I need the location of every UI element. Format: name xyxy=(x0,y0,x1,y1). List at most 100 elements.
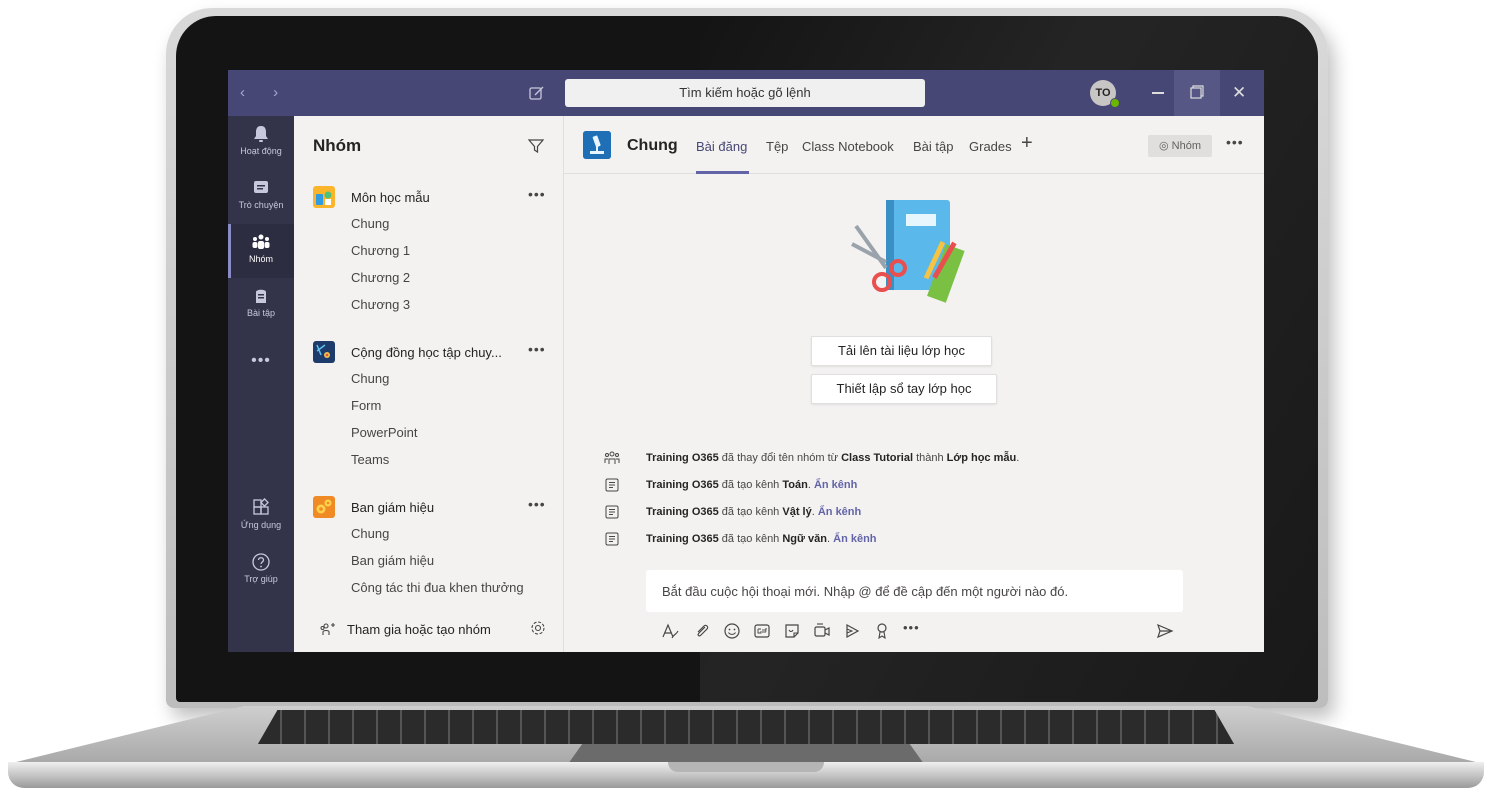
community-logo-icon xyxy=(313,341,335,363)
more-options-icon[interactable]: ••• xyxy=(528,496,546,512)
bell-icon xyxy=(254,126,268,142)
activity-channel-name: Toán xyxy=(782,479,808,491)
more-apps-icon[interactable]: ••• xyxy=(228,352,294,370)
apps-icon xyxy=(253,498,269,515)
praise-icon[interactable] xyxy=(873,622,891,640)
channel-created-icon xyxy=(605,478,619,492)
channel-header: Chung Bài đăng Tệp Class Notebook Bài tậ… xyxy=(564,116,1264,174)
channel-created-icon xyxy=(605,505,619,519)
gif-icon[interactable] xyxy=(753,622,771,640)
filter-icon[interactable] xyxy=(528,138,544,154)
more-options-icon[interactable]: ••• xyxy=(528,341,546,357)
activity-text: Training O365 đã thay đổi tên nhóm từ Cl… xyxy=(646,452,1019,464)
rail-item-label: Bài tập xyxy=(246,308,276,318)
laptop-trackpad xyxy=(568,744,924,764)
rail-item-help[interactable]: Trợ giúp xyxy=(228,546,294,598)
tab-files[interactable]: Tệp xyxy=(766,139,788,154)
activity-item: Training O365 đã tạo kênh Toán. Ẩn kênh xyxy=(604,475,1244,499)
team-logo xyxy=(313,341,335,363)
teams-window: ‹ › Tìm kiếm hoặc gõ lệnh TO ✕ Hoạt động… xyxy=(228,70,1264,652)
team-item: Cộng đồng học tập chuy... ••• Chung Form… xyxy=(294,337,563,473)
team-header[interactable]: Môn học mẫu ••• xyxy=(294,182,563,210)
minimize-icon[interactable] xyxy=(1152,92,1164,94)
active-tab-indicator xyxy=(696,171,749,174)
rail-item-label: Trò chuyện xyxy=(238,200,284,210)
channel-item[interactable]: Chương 3 xyxy=(294,291,563,318)
team-logo xyxy=(313,496,335,518)
panel-title: Nhóm xyxy=(313,136,362,155)
team-logo xyxy=(313,186,335,208)
board-logo-icon xyxy=(313,496,335,518)
send-icon[interactable] xyxy=(1156,622,1174,640)
teams-list-panel: Nhóm Môn học mẫu ••• Chung Chương 1 Chươ… xyxy=(294,116,564,652)
restore-icon[interactable] xyxy=(1190,85,1204,99)
sticker-icon[interactable] xyxy=(783,622,801,640)
activity-channel-name: Vật lý xyxy=(782,506,812,518)
channel-item[interactable]: Teams xyxy=(294,446,563,473)
hide-channel-link[interactable]: Ẩn kênh xyxy=(814,479,857,491)
channel-item[interactable]: Chương 2 xyxy=(294,264,563,291)
format-icon[interactable] xyxy=(661,622,679,640)
activity-item: Training O365 đã tạo kênh Vật lý. Ẩn kên… xyxy=(604,502,1244,526)
team-header[interactable]: Ban giám hiệu ••• xyxy=(294,492,563,520)
new-chat-icon[interactable] xyxy=(528,84,546,102)
rail-item-chat[interactable]: Trò chuyện xyxy=(228,172,294,224)
rail-item-label: Trợ giúp xyxy=(244,574,278,584)
title-bar: ‹ › Tìm kiếm hoặc gõ lệnh TO ✕ xyxy=(228,70,1264,116)
more-options-icon[interactable]: ••• xyxy=(528,186,546,202)
channel-created-icon xyxy=(605,532,619,546)
sample-class-logo-icon xyxy=(313,186,335,208)
activity-text: Training O365 đã tạo kênh Vật lý. Ẩn kên… xyxy=(646,506,861,518)
app-rail: Hoạt động Trò chuyện Nhóm Bài tập ••• Ứn… xyxy=(228,116,294,652)
activity-text-part: . xyxy=(1016,452,1020,464)
attach-icon[interactable] xyxy=(693,622,711,640)
back-forward-arrows-icon[interactable]: ‹ › xyxy=(240,84,290,101)
gear-icon[interactable] xyxy=(530,620,546,636)
join-create-team[interactable]: Tham gia hoặc tạo nhóm xyxy=(294,608,563,652)
microscope-icon xyxy=(583,131,611,159)
more-options-icon[interactable]: ••• xyxy=(903,620,921,638)
hide-channel-link[interactable]: Ẩn kênh xyxy=(818,506,861,518)
tab-class-notebook[interactable]: Class Notebook xyxy=(802,139,894,154)
rail-item-label: Ứng dụng xyxy=(240,520,282,530)
rail-item-apps[interactable]: Ứng dụng xyxy=(228,492,294,544)
upload-class-materials-button[interactable]: Tải lên tài liệu lớp học xyxy=(811,336,992,366)
activity-actor: Training O365 xyxy=(646,479,719,491)
activity-new-name: Lớp học mẫu xyxy=(946,452,1017,464)
rail-item-assignments[interactable]: Bài tập xyxy=(228,280,294,332)
laptop-keyboard xyxy=(258,710,1234,744)
activity-text: Training O365 đã tạo kênh Ngữ văn. Ẩn kê… xyxy=(646,533,877,545)
activity-text-part: đã tạo kênh xyxy=(718,506,783,518)
add-tab-icon[interactable]: + xyxy=(1021,132,1033,155)
tab-grades[interactable]: Grades xyxy=(969,139,1012,154)
rail-item-label: Nhóm xyxy=(248,254,273,264)
channel-logo xyxy=(583,131,611,159)
tab-posts[interactable]: Bài đăng xyxy=(696,139,747,154)
teams-icon xyxy=(252,234,270,249)
rail-item-teams[interactable]: Nhóm xyxy=(228,226,294,278)
chat-icon xyxy=(254,181,268,193)
team-rename-icon xyxy=(604,451,620,464)
channel-item[interactable]: Chung xyxy=(294,520,563,547)
channel-item[interactable]: Công tác thi đua khen thưởng xyxy=(294,574,563,601)
team-badge[interactable]: ◎ Nhóm xyxy=(1148,135,1212,157)
join-create-label: Tham gia hoặc tạo nhóm xyxy=(347,622,491,637)
close-icon[interactable]: ✕ xyxy=(1232,83,1246,103)
team-header[interactable]: Cộng đồng học tập chuy... ••• xyxy=(294,337,563,365)
channel-item[interactable]: Chung xyxy=(294,210,563,237)
stream-icon[interactable] xyxy=(843,622,861,640)
more-options-icon[interactable]: ••• xyxy=(1226,134,1244,150)
channel-item[interactable]: Form xyxy=(294,392,563,419)
tab-assignments[interactable]: Bài tập xyxy=(913,139,953,154)
channel-item[interactable]: Chung xyxy=(294,365,563,392)
meet-now-icon[interactable] xyxy=(813,622,831,640)
channel-item[interactable]: Ban giám hiệu xyxy=(294,547,563,574)
search-input[interactable]: Tìm kiếm hoặc gõ lệnh xyxy=(565,79,925,107)
hide-channel-link[interactable]: Ẩn kênh xyxy=(833,533,876,545)
emoji-icon[interactable] xyxy=(723,622,741,640)
channel-item[interactable]: PowerPoint xyxy=(294,419,563,446)
channel-item[interactable]: Chương 1 xyxy=(294,237,563,264)
setup-class-notebook-button[interactable]: Thiết lập sổ tay lớp học xyxy=(811,374,997,404)
rail-item-activity[interactable]: Hoạt động xyxy=(228,118,294,170)
compose-box[interactable]: Bắt đầu cuộc hội thoại mới. Nhập @ để đề… xyxy=(646,570,1183,612)
